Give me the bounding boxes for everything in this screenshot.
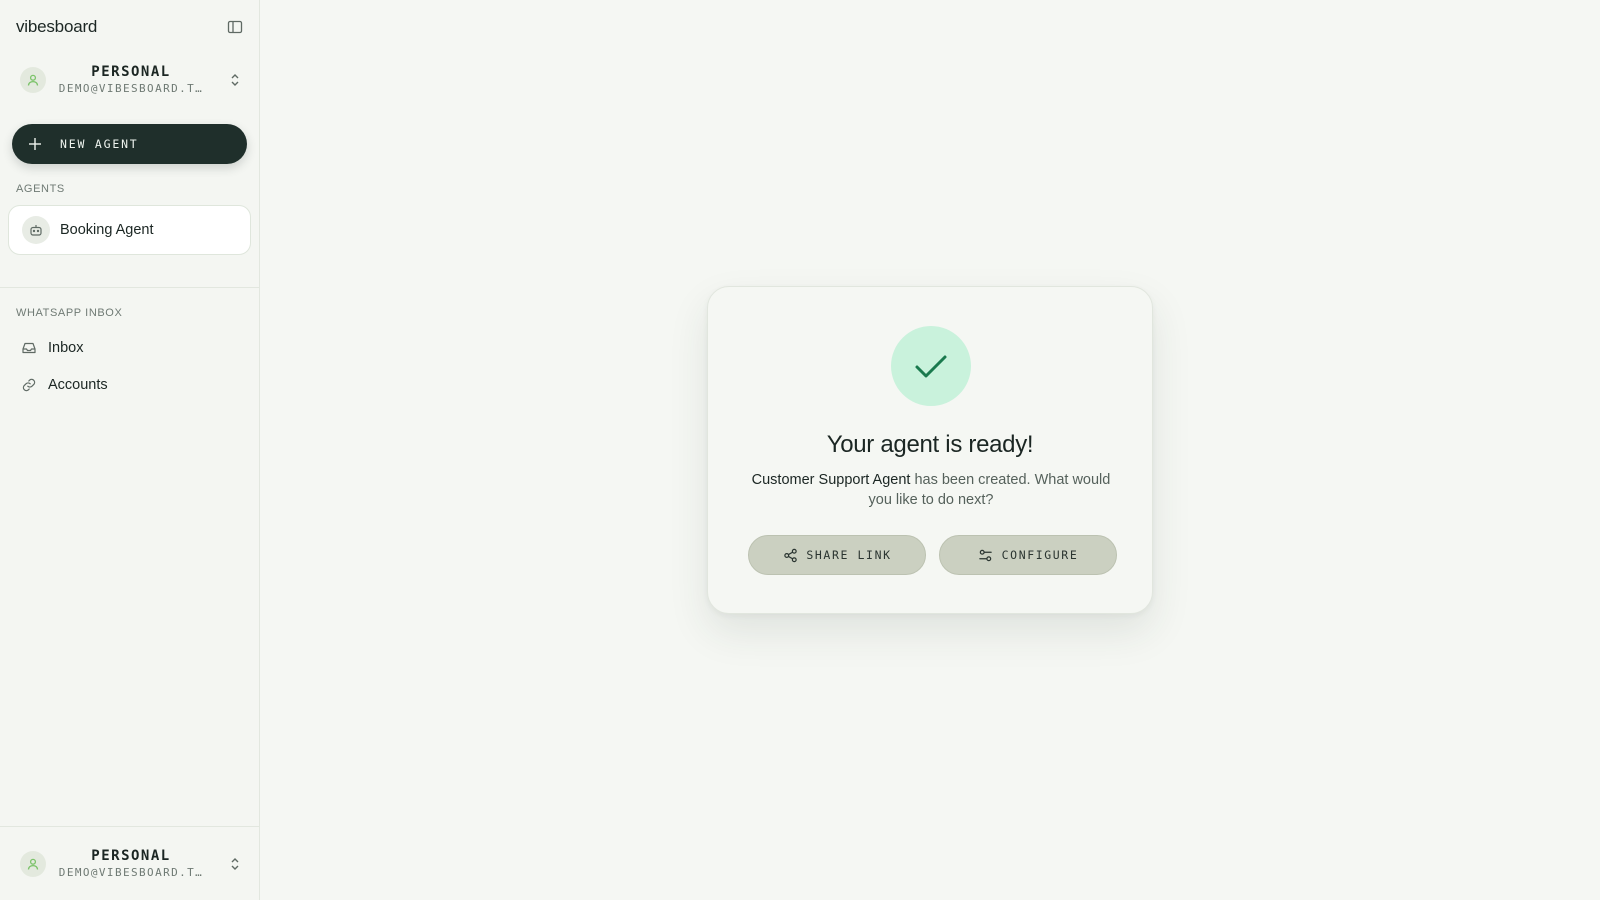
sidebar-item-inbox[interactable]: Inbox — [12, 332, 248, 364]
user-avatar-icon — [20, 67, 46, 93]
user-avatar-icon — [20, 851, 46, 877]
share-link-button[interactable]: SHARE LINK — [748, 535, 926, 575]
sidebar-divider — [0, 287, 260, 288]
app: vibesboard PERSONAL DEMO@VIBESBOARD.T… N… — [0, 0, 1600, 900]
created-agent-name: Customer Support Agent — [751, 472, 911, 488]
plus-icon — [28, 137, 42, 151]
success-badge — [891, 326, 971, 406]
workspace-email: DEMO@VIBESBOARD.T… — [58, 865, 204, 879]
dialog-title: Your agent is ready! — [826, 431, 1034, 458]
agent-name: Booking Agent — [60, 222, 154, 238]
bot-icon — [22, 216, 50, 244]
new-agent-label: NEW AGENT — [60, 137, 139, 151]
inbox-icon — [20, 339, 38, 357]
brand-name: vibesboard — [16, 17, 98, 36]
check-icon — [915, 355, 947, 378]
chevron-up-down-icon — [228, 857, 242, 871]
whatsapp-inbox-section-label: WHATSAPP INBOX — [16, 307, 123, 319]
sidebar-item-label: Accounts — [48, 377, 108, 393]
sidebar-divider-bottom — [0, 826, 260, 827]
sidebar: vibesboard PERSONAL DEMO@VIBESBOARD.T… N… — [0, 0, 260, 900]
agents-section-label: AGENTS — [16, 183, 65, 195]
workspace-switcher-top[interactable]: PERSONAL DEMO@VIBESBOARD.T… — [12, 55, 248, 105]
workspace-email: DEMO@VIBESBOARD.T… — [58, 81, 204, 95]
chevron-up-down-icon — [228, 73, 242, 87]
workspace-name: PERSONAL — [91, 63, 171, 80]
agent-item-booking[interactable]: Booking Agent — [8, 205, 251, 255]
dialog-description: Customer Support Agent has been created.… — [744, 470, 1118, 510]
new-agent-button[interactable]: NEW AGENT — [12, 124, 247, 164]
configure-button[interactable]: CONFIGURE — [939, 535, 1117, 575]
sidebar-toggle-icon[interactable] — [226, 18, 244, 36]
workspace-info: PERSONAL DEMO@VIBESBOARD.T… — [56, 848, 206, 881]
agent-ready-dialog: Your agent is ready! Customer Support Ag… — [707, 286, 1153, 614]
workspace-name: PERSONAL — [91, 847, 171, 864]
workspace-switcher-bottom[interactable]: PERSONAL DEMO@VIBESBOARD.T… — [12, 839, 248, 889]
sidebar-item-accounts[interactable]: Accounts — [12, 369, 248, 401]
sliders-icon — [978, 547, 994, 563]
share-link-label: SHARE LINK — [806, 548, 892, 562]
sidebar-header: vibesboard — [16, 16, 244, 38]
share-icon — [782, 547, 798, 563]
workspace-info: PERSONAL DEMO@VIBESBOARD.T… — [56, 64, 206, 97]
sidebar-item-label: Inbox — [48, 340, 84, 356]
configure-label: CONFIGURE — [1001, 548, 1079, 562]
link-icon — [20, 376, 38, 394]
